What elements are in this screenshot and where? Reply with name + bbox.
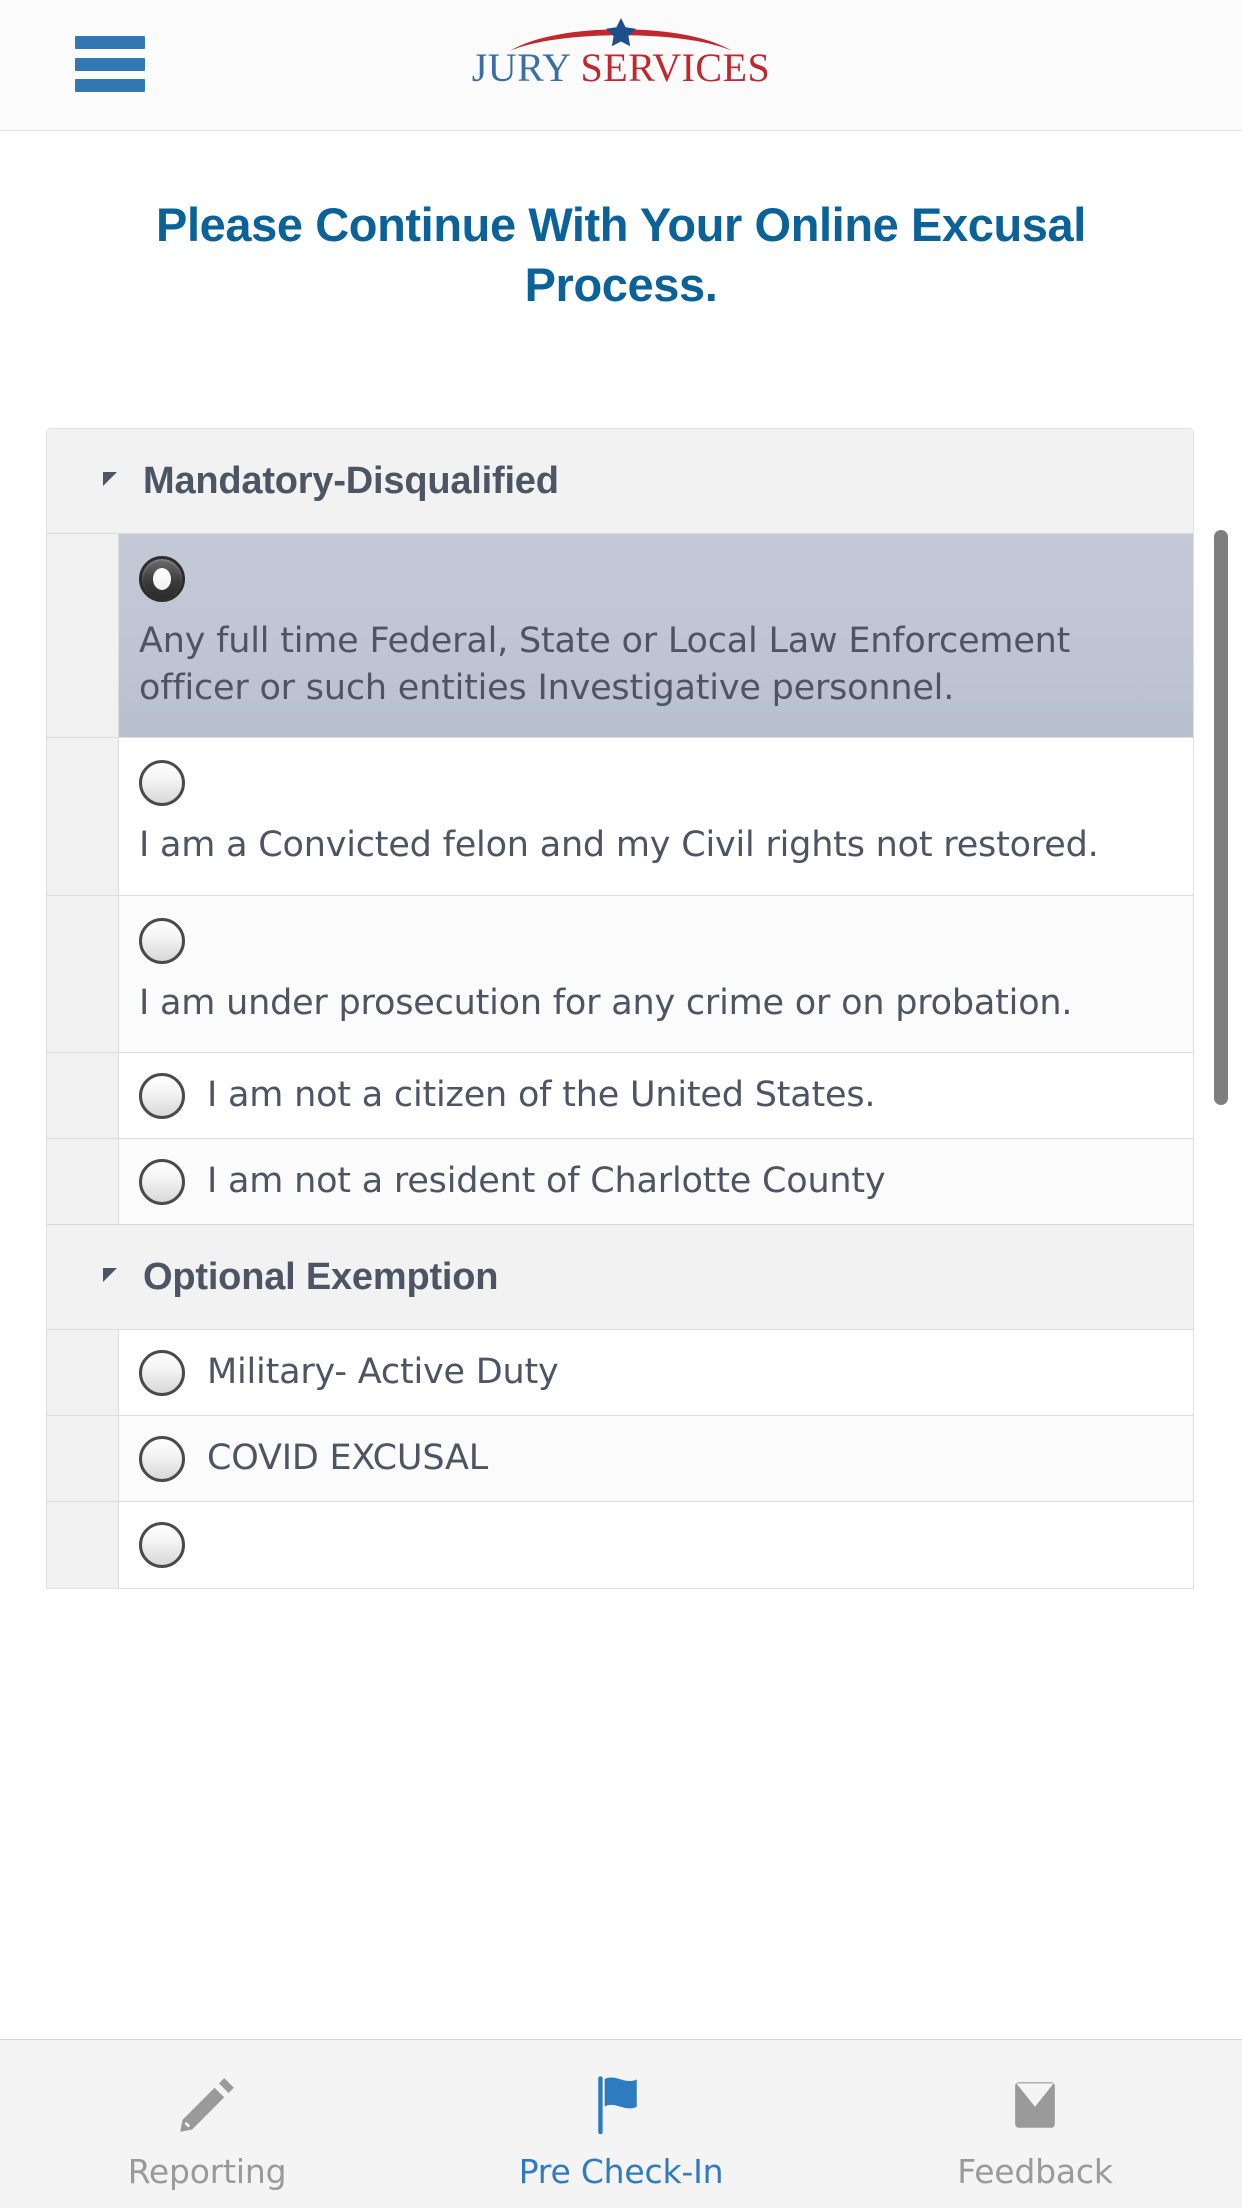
nav-label-reporting: Reporting xyxy=(127,2151,287,2191)
option-label: Military- Active Duty xyxy=(207,1352,559,1393)
section-label: Optional Exemption xyxy=(143,1255,499,1298)
option-row-gutter xyxy=(47,1053,119,1139)
logo-arc-star-icon xyxy=(506,18,736,52)
nav-label-pre-check-in: Pre Check-In xyxy=(518,2151,724,2191)
option-row-body: I am not a citizen of the United States. xyxy=(119,1053,1193,1139)
option-row-gutter xyxy=(47,738,119,895)
radio-button[interactable] xyxy=(139,1158,185,1205)
envelope-icon xyxy=(1000,2068,1070,2142)
pencil-icon xyxy=(172,2068,242,2142)
nav-item-feedback[interactable]: Feedback xyxy=(828,2040,1242,2208)
option-row-gutter xyxy=(47,1416,119,1502)
option-row-body: I am not a resident of Charlotte County xyxy=(119,1139,1193,1225)
option-row-body: I am under prosecution for any crime or … xyxy=(119,895,1193,1053)
section-label: Mandatory-Disqualified xyxy=(143,459,559,502)
option-row[interactable]: COVID EXCUSAL xyxy=(47,1416,1193,1503)
option-label: I am under prosecution for any crime or … xyxy=(139,982,1073,1023)
caret-collapse-icon xyxy=(103,1268,117,1283)
section-header-mandatory-disqualified[interactable]: Mandatory-Disqualified xyxy=(47,429,1193,534)
option-row-body: Any full time Federal, State or Local La… xyxy=(119,534,1193,738)
option-row-gutter xyxy=(47,1139,119,1225)
option-row-gutter xyxy=(47,534,119,738)
radio-button[interactable] xyxy=(139,917,185,964)
option-row[interactable]: I am a Convicted felon and my Civil righ… xyxy=(47,738,1193,896)
flag-icon xyxy=(586,2068,656,2142)
radio-button[interactable] xyxy=(139,1522,185,1569)
nav-item-reporting[interactable]: Reporting xyxy=(0,2040,414,2208)
section-header-optional-exemption[interactable]: Optional Exemption xyxy=(47,1225,1193,1331)
radio-button[interactable] xyxy=(139,760,185,807)
nav-label-feedback: Feedback xyxy=(957,2151,1113,2191)
radio-button[interactable] xyxy=(139,1435,185,1482)
excusal-options-panel: Mandatory-Disqualified Any full time Fede… xyxy=(46,428,1194,1590)
option-row[interactable]: Any full time Federal, State or Local La… xyxy=(47,534,1193,739)
option-row[interactable] xyxy=(47,1502,1193,1589)
option-label: Any full time Federal, State or Local La… xyxy=(139,621,1071,708)
option-row-gutter xyxy=(47,1330,119,1416)
radio-button-selected[interactable] xyxy=(139,556,185,602)
option-row[interactable]: I am not a citizen of the United States. xyxy=(47,1053,1193,1140)
option-row-body: I am a Convicted felon and my Civil righ… xyxy=(119,738,1193,895)
logo-wordmark: JURY SERVICES xyxy=(472,48,771,88)
option-row-body xyxy=(119,1502,1193,1589)
option-row[interactable]: Military- Active Duty xyxy=(47,1330,1193,1417)
caret-collapse-icon xyxy=(103,472,117,486)
option-row-gutter xyxy=(47,1502,119,1589)
scrollbar-thumb[interactable] xyxy=(1214,530,1228,1105)
bottom-navigation-bar: Reporting Pre Check-In Feedback xyxy=(0,2039,1242,2208)
option-row[interactable]: I am not a resident of Charlotte County xyxy=(47,1139,1193,1226)
page-title: Please Continue With Your Online Excusal… xyxy=(156,198,1086,312)
nav-item-pre-check-in[interactable]: Pre Check-In xyxy=(414,2040,828,2208)
option-label: I am not a resident of Charlotte County xyxy=(207,1161,886,1202)
option-row-gutter xyxy=(47,895,119,1053)
option-label: COVID EXCUSAL xyxy=(207,1438,489,1479)
app-header: JURY SERVICES xyxy=(0,0,1242,131)
option-label: I am not a citizen of the United States. xyxy=(207,1075,876,1116)
option-row-body: Military- Active Duty xyxy=(119,1330,1193,1416)
radio-button[interactable] xyxy=(139,1072,185,1119)
option-label: I am a Convicted felon and my Civil righ… xyxy=(139,825,1099,866)
option-row[interactable]: I am under prosecution for any crime or … xyxy=(47,895,1193,1054)
jury-services-logo: JURY SERVICES xyxy=(0,18,1242,88)
option-row-body: COVID EXCUSAL xyxy=(119,1416,1193,1502)
radio-button[interactable] xyxy=(139,1349,185,1396)
